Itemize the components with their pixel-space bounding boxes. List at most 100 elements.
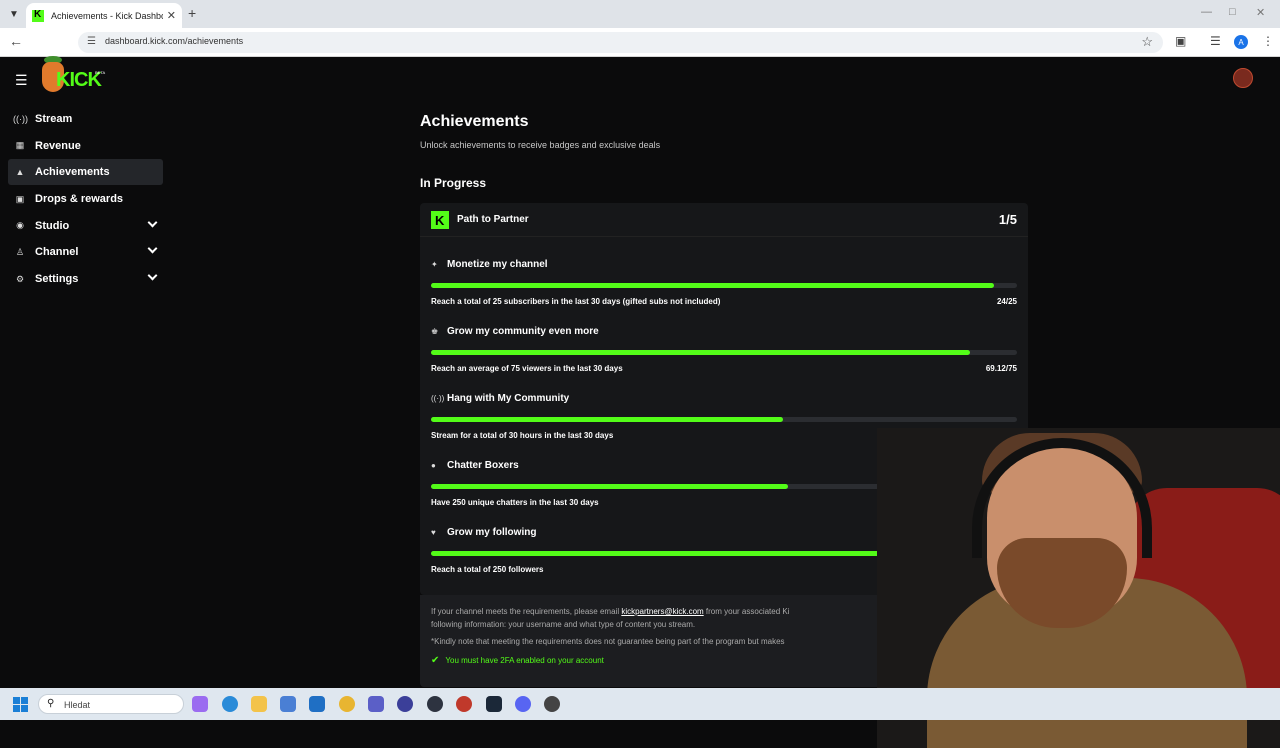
achievement-requirement: Stream for a total of 30 hours in the la… (431, 431, 614, 440)
gear-icon: ⚙ (15, 273, 25, 284)
chevron-down-icon[interactable] (147, 270, 158, 281)
progress-fill (431, 283, 994, 288)
sidebar-item-settings[interactable]: ⚙ Settings (8, 266, 163, 292)
achievement-name: Chatter Boxers (447, 460, 519, 471)
search-icon: ⚲ (47, 698, 55, 709)
progress-fill (431, 551, 924, 556)
achievement-name: Grow my following (447, 527, 537, 538)
settings-app-icon[interactable] (544, 696, 560, 712)
minimize-icon[interactable]: — (1201, 6, 1212, 18)
broadcast-icon: ((·)) (431, 394, 445, 403)
beta-badge: BETA (95, 70, 106, 75)
browser-profile-avatar[interactable]: A (1234, 35, 1248, 49)
discord-icon[interactable] (515, 696, 531, 712)
kick-logo[interactable]: KICK BETA (38, 56, 110, 94)
file-explorer-icon[interactable] (251, 696, 267, 712)
hamburger-menu-icon[interactable]: ☰ (15, 72, 28, 89)
store-icon[interactable] (280, 696, 296, 712)
sidebar-item-label: Settings (35, 273, 79, 286)
back-arrow-icon[interactable]: ← (9, 33, 23, 49)
sidebar-item-achievements[interactable]: ▲ Achievements (8, 159, 163, 186)
user-avatar[interactable] (1233, 68, 1253, 88)
progress-fill (431, 350, 971, 355)
users-icon: ♙ (15, 246, 25, 257)
sidebar-nav: ((·)) Stream ▦ Revenue ▲ Achievements ▣ … (8, 106, 163, 293)
wordpress-icon[interactable] (427, 696, 443, 712)
sidebar-item-revenue[interactable]: ▦ Revenue (8, 133, 163, 159)
broadcast-icon: ((·)) (13, 114, 28, 124)
mail-icon[interactable] (309, 696, 325, 712)
achievement-value: 24/25 (996, 297, 1017, 306)
url-text: dashboard.kick.com/achievements (105, 36, 244, 46)
main-content: Achievements Unlock achievements to rece… (420, 113, 1030, 687)
note-text: from your associated Ki (703, 607, 790, 616)
email-link[interactable]: kickpartners@kick.com (621, 607, 703, 616)
tab-close-icon[interactable]: ✕ (167, 9, 176, 22)
achievement-requirement: Reach a total of 250 followers (431, 565, 544, 574)
achievement-requirement: Have 250 unique chatters in the last 30 … (431, 498, 599, 507)
achievement-value: 69.12/75 (985, 364, 1017, 373)
tab-title: Achievements - Kick Dashboard (51, 10, 163, 21)
menu-dots-icon[interactable]: ⋮ (1262, 34, 1274, 48)
requirement-2fa-label: You must have 2FA enabled on your accoun… (445, 656, 604, 665)
progress-bar (431, 417, 1017, 422)
achievement-requirement: Reach an average of 75 viewers in the la… (431, 364, 623, 373)
achievement-item: ✦ Monetize my channel Reach a total of 2… (431, 259, 1017, 306)
steam-icon[interactable] (486, 696, 502, 712)
sidebar-item-drops-rewards[interactable]: ▣ Drops & rewards (8, 186, 163, 212)
achievement-name: Hang with My Community (447, 393, 570, 404)
sidebar-item-stream[interactable]: ((·)) Stream (8, 106, 163, 132)
card-title: Path to Partner (457, 214, 529, 225)
progress-bar (431, 283, 1017, 288)
note-text: following information: your username and… (431, 620, 696, 629)
windows-start-icon[interactable] (13, 697, 28, 712)
chat-icon: ● (431, 461, 436, 470)
close-window-icon[interactable]: ✕ (1256, 6, 1265, 19)
app-icon[interactable] (397, 696, 413, 712)
camera-icon: ◉ (16, 220, 24, 231)
taskbar-search-input[interactable]: ⚲ Hledat (38, 694, 184, 714)
extensions-icon[interactable]: ▣ (1175, 34, 1186, 48)
progress-fill (431, 417, 783, 422)
kick-dashboard-page: ☰ KICK BETA ((·)) Stream ▦ Revenue ▲ Ach… (0, 56, 1280, 748)
tab-search-button[interactable]: ▼ (5, 5, 23, 23)
achievement-name: Monetize my channel (447, 259, 548, 270)
new-tab-button[interactable]: + (188, 5, 196, 21)
note-text: If your channel meets the requirements, … (431, 607, 622, 616)
chart-icon: ▦ (15, 140, 25, 151)
section-heading: In Progress (420, 176, 487, 190)
community-icon: ♚ (431, 327, 439, 336)
chevron-down-icon[interactable] (147, 217, 158, 228)
gift-icon: ▣ (15, 193, 25, 204)
media-controls-icon[interactable]: ☰ (1210, 34, 1221, 48)
maximize-icon[interactable]: □ (1229, 6, 1236, 18)
search-placeholder: Hledat (64, 700, 91, 710)
windows-taskbar: ⚲ Hledat (0, 688, 1280, 720)
site-info-icon[interactable]: ☰ (87, 36, 96, 47)
edge-icon[interactable] (222, 696, 238, 712)
teams-icon[interactable] (368, 696, 384, 712)
obs-icon[interactable] (456, 696, 472, 712)
sidebar-item-label: Stream (35, 113, 73, 125)
check-icon: ✔ (431, 655, 440, 666)
page-subtitle: Unlock achievements to receive badges an… (420, 140, 661, 150)
progress-fill (431, 484, 789, 489)
card-header: Path to Partner 1/5 (420, 203, 1028, 237)
url-field[interactable]: ☰ dashboard.kick.com/achievements ☆ (78, 32, 1163, 53)
sidebar-item-label: Revenue (35, 139, 81, 152)
copilot-icon[interactable] (192, 696, 208, 712)
achievement-count: 1/5 (998, 212, 1017, 227)
sidebar-item-label: Channel (35, 246, 79, 259)
chevron-down-icon[interactable] (147, 243, 158, 254)
chrome-icon[interactable] (339, 696, 355, 712)
sidebar-item-channel[interactable]: ♙ Channel (8, 239, 163, 265)
trophy-icon: ▲ (15, 167, 25, 178)
sidebar-item-studio[interactable]: ◉ Studio (8, 213, 163, 239)
browser-tab-bar: ▼ Achievements - Kick Dashboard ✕ + — □ … (0, 0, 1280, 28)
bookmark-star-icon[interactable]: ☆ (1141, 34, 1153, 50)
achievement-item: ♚ Grow my community even more Reach an a… (431, 326, 1017, 373)
progress-bar (431, 350, 1017, 355)
browser-tab[interactable]: Achievements - Kick Dashboard ✕ (26, 3, 182, 28)
heart-icon: ♥ (431, 528, 436, 537)
address-bar: ← ☰ dashboard.kick.com/achievements ☆ ▣ … (0, 28, 1280, 57)
